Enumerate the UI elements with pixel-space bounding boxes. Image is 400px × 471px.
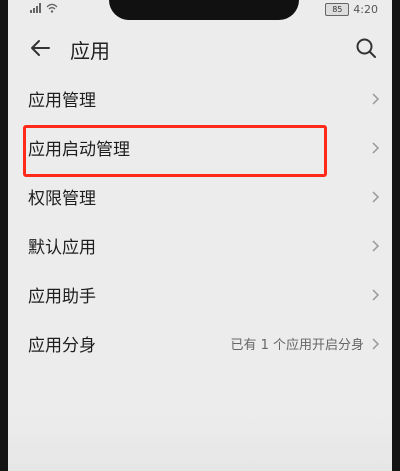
list-item-label: 应用管理 [28, 91, 96, 111]
back-arrow-icon[interactable] [28, 36, 52, 60]
list-item-label: 默认应用 [28, 238, 96, 258]
status-left [30, 3, 58, 13]
chevron-right-icon [371, 287, 380, 301]
status-time: 4:20 [353, 3, 378, 16]
app-header: 应用 [8, 30, 392, 66]
list-item-value: 已有 1 个应用开启分身 [230, 338, 364, 353]
status-right: 85 4:20 [325, 3, 378, 16]
wifi-icon [46, 3, 58, 13]
chevron-right-icon [371, 91, 380, 105]
list-item-app-launch-management[interactable]: 应用启动管理 [8, 123, 392, 172]
bottom-fade [8, 411, 392, 471]
chevron-right-icon [371, 189, 380, 203]
search-icon[interactable] [354, 36, 378, 60]
chevron-right-icon [371, 140, 380, 154]
battery-icon: 85 [325, 3, 350, 16]
page-title: 应用 [70, 39, 110, 63]
list-item-permission-management[interactable]: 权限管理 [8, 172, 392, 221]
chevron-right-icon [371, 336, 380, 350]
list-item-label: 应用分身 [28, 336, 96, 356]
list-item-label: 应用启动管理 [28, 140, 130, 160]
list-item-app-assistant[interactable]: 应用助手 [8, 270, 392, 319]
camera-notch [109, 0, 299, 20]
device-frame: 85 4:20 应用 应用管理 应用启动管理 权限管理 默认应用 应用助手 应用… [0, 0, 400, 471]
screen: 85 4:20 应用 应用管理 应用启动管理 权限管理 默认应用 应用助手 应用… [8, 0, 392, 471]
list-item-label: 应用助手 [28, 287, 96, 307]
settings-list: 应用管理 应用启动管理 权限管理 默认应用 应用助手 应用分身 已有 1 个应用… [8, 74, 392, 368]
signal-icon [30, 3, 42, 13]
chevron-right-icon [371, 238, 380, 252]
list-item-app-management[interactable]: 应用管理 [8, 74, 392, 123]
list-item-label: 权限管理 [28, 189, 96, 209]
list-item-default-apps[interactable]: 默认应用 [8, 221, 392, 270]
list-item-app-twin[interactable]: 应用分身 已有 1 个应用开启分身 [8, 319, 392, 368]
